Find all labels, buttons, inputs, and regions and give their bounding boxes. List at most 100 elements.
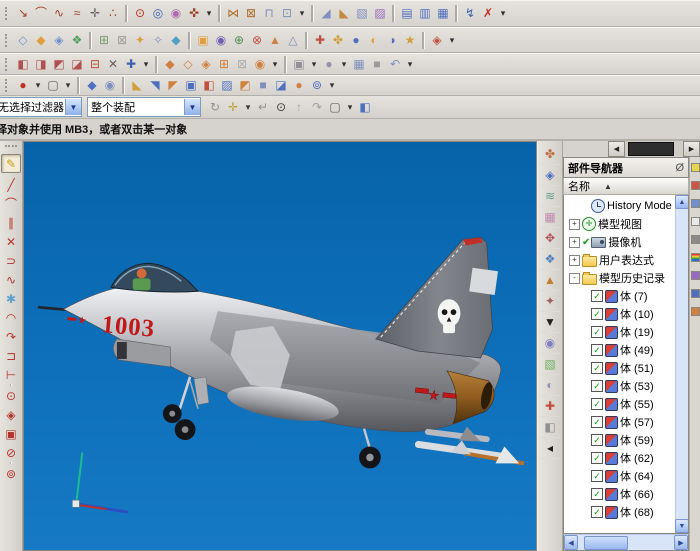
toolbar-icon[interactable]: ⊚ [308,77,326,94]
toolbar-icon[interactable]: ● [14,77,32,94]
scroll-right-button[interactable]: ▶ [683,141,700,157]
toolbar-icon[interactable]: ⊙ [272,99,290,116]
toolbar-icon[interactable]: ⊕ [230,32,248,49]
part-navigator-tree[interactable]: History Mode+✛模型视图+✔摄像机+用户表达式-模型历史记录✓体 (… [563,195,689,534]
toolbar-icon[interactable]: ✕ [2,232,20,251]
toolbar-icon[interactable]: ⊘ [2,443,20,462]
toolbar-icon[interactable]: ✕ [104,56,122,73]
toolbar-icon[interactable]: ▢ [326,99,344,116]
node-checkbox[interactable]: ✓ [591,506,603,518]
assembly-scope-combo[interactable]: 整个装配 ▼ [87,97,201,117]
toolbar-icon[interactable]: ╱ [2,175,20,194]
toolbar-icon[interactable]: ▾ [497,5,509,22]
toolbar-icon[interactable]: ▣ [194,32,212,49]
selection-filter-combo[interactable]: 无选择过滤器 ▼ [0,97,82,117]
tree-node[interactable]: +✛模型视图 [565,215,675,233]
toolbar-icon[interactable]: ▾ [338,56,350,73]
toolbar-icon[interactable]: ⊓ [260,5,278,22]
toolbar-icon[interactable]: ◨ [32,56,50,73]
toolbar-icon[interactable]: ▾ [62,77,74,94]
toolbar-icon[interactable]: ✛ [86,5,104,22]
toolbar-icon[interactable]: ∥ [2,213,20,232]
toolbar-icon[interactable]: ▾ [203,5,215,22]
toolbar-grip[interactable] [5,79,10,92]
toolbar-icon[interactable]: ◈ [540,165,560,186]
toolbar-icon[interactable]: ▾ [308,56,320,73]
toolbar-icon[interactable]: ⊟ [86,56,104,73]
toolbar-icon[interactable]: ◐ [540,375,560,396]
toolbar-icon[interactable]: ◢ [317,5,335,22]
toolbar-icon[interactable]: ↑ [290,99,308,116]
toolbar-icon[interactable]: ◠ [2,308,20,327]
node-checkbox[interactable]: ✓ [591,362,603,374]
toolbar-icon[interactable]: ◣ [128,77,146,94]
sort-ascending-icon[interactable]: ▲ [604,182,612,191]
toolbar-icon[interactable]: ◧ [14,56,32,73]
toolbar-icon[interactable]: ◆ [83,77,101,94]
chevron-down-icon[interactable]: ▼ [65,99,81,115]
toolbar-icon[interactable]: ▾ [296,5,308,22]
tree-node[interactable]: ✓体 (62) [565,449,675,467]
scroll-left-button[interactable]: ◀ [608,141,625,157]
tree-node[interactable]: ✓体 (66) [565,485,675,503]
toolbar-icon[interactable]: ✗ [479,5,497,22]
toolbar-icon[interactable]: ⌒ [32,5,50,22]
toolbar-grip[interactable] [5,34,10,47]
tree-node[interactable]: ✓体 (59) [565,431,675,449]
toolbar-icon[interactable]: ■ [368,56,386,73]
node-checkbox[interactable]: ✓ [591,434,603,446]
toolbar-icon[interactable]: ↷ [308,99,326,116]
resource-tab-icon[interactable] [691,271,700,280]
node-checkbox[interactable]: ✓ [591,452,603,464]
toolbar-icon[interactable]: ▾ [404,56,416,73]
scrollbar-thumb[interactable] [628,142,674,156]
toolbar-icon[interactable]: ↻ [206,99,224,116]
toolbar-icon[interactable]: ⊢ [2,365,20,384]
node-checkbox[interactable]: ✓ [591,470,603,482]
toolbar-icon[interactable]: ⊡ [278,5,296,22]
toolbar-icon[interactable]: ◉ [101,77,119,94]
toolbar-icon[interactable]: ▲ [266,32,284,49]
toolbar-icon[interactable]: ✜ [185,5,203,22]
3d-viewport[interactable]: 1003 ★ [23,141,537,551]
toolbar-icon[interactable]: ⊐ [2,346,20,365]
toolbar-icon[interactable]: ▾ [32,77,44,94]
toolbar-icon[interactable]: ▢ [44,77,62,94]
node-checkbox[interactable]: ✓ [591,488,603,500]
toolbar-icon[interactable]: ▥ [416,5,434,22]
toolbar-icon[interactable]: ▦ [350,56,368,73]
toolbar-icon[interactable]: ▦ [540,207,560,228]
toolbar-icon[interactable]: ◐ [365,32,383,49]
toolbar-icon[interactable]: ▾ [140,56,152,73]
node-checkbox[interactable]: ✓ [591,326,603,338]
toolbar-icon[interactable]: ✥ [540,228,560,249]
toolbar-icon[interactable]: ■ [254,77,272,94]
toolbar-icon[interactable]: ▨ [218,77,236,94]
toolbar-icon[interactable]: ↯ [461,5,479,22]
toolbar-icon[interactable]: ▤ [398,5,416,22]
toolbar-icon[interactable]: ↶ [386,56,404,73]
toolbar-icon[interactable]: ◆ [161,56,179,73]
toolbar-icon[interactable]: ✦ [131,32,149,49]
toolbar-icon[interactable]: ↵ [254,99,272,116]
resource-tab-icon[interactable] [691,307,700,316]
toolbar-icon[interactable]: ❖ [68,32,86,49]
toolbar-icon[interactable]: ⊚ [2,464,20,483]
toolbar-icon[interactable]: ▣ [2,424,20,443]
toolbar-icon[interactable]: ✱ [2,289,20,308]
toolbar-icon[interactable]: ◤ [164,77,182,94]
toolbar-icon[interactable]: ◉ [167,5,185,22]
toolbar-icon[interactable]: ⊞ [95,32,113,49]
tree-node[interactable]: ✓体 (53) [565,377,675,395]
toolbar-icon[interactable]: ◪ [68,56,86,73]
toolbar-icon[interactable]: ⊃ [2,251,20,270]
toolbar-icon[interactable]: ⌒ [2,194,20,213]
toolbar-icon[interactable]: ✚ [122,56,140,73]
node-checkbox[interactable]: ✓ [591,308,603,320]
toolbar-icon[interactable]: ⊗ [248,32,266,49]
toolbar-icon[interactable]: ◪ [272,77,290,94]
toolbar-icon[interactable]: ✚ [311,32,329,49]
toolbar-icon[interactable]: ◆ [32,32,50,49]
toolbar-icon[interactable]: ▾ [269,56,281,73]
toolbar-icon[interactable]: ⊙ [2,386,20,405]
